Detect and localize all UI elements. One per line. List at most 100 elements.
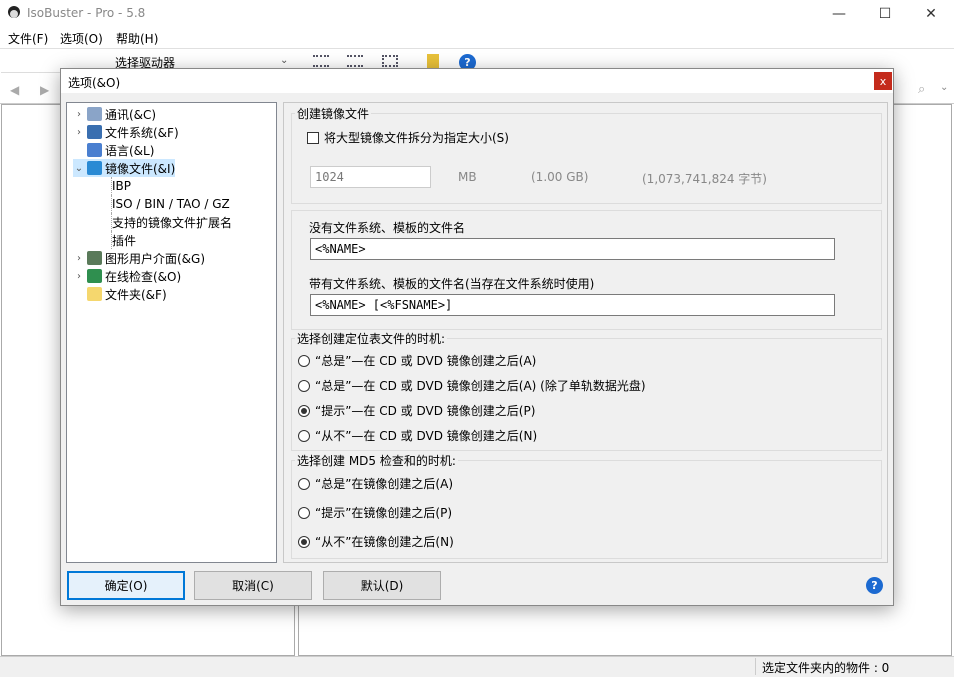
tree-item-label: 镜像文件(&I): [105, 161, 176, 176]
list-view-icon[interactable]: [313, 55, 329, 67]
tree-item[interactable]: › 在线检查(&O): [73, 267, 181, 285]
create-image-group-label: 创建镜像文件: [295, 105, 372, 122]
tree-item[interactable]: 语言(&L): [73, 141, 154, 159]
menu-file[interactable]: 文件(F): [8, 30, 48, 47]
search-icon[interactable]: ⌕: [918, 82, 925, 97]
locator-option[interactable]: “从不”—在 CD 或 DVD 镜像创建之后(N): [298, 427, 537, 444]
md5-group-label: 选择创建 MD5 检查和的时机:: [295, 452, 458, 469]
back-arrow-icon[interactable]: ◀: [10, 83, 19, 97]
dialog-titlebar: [61, 69, 893, 93]
radio-button[interactable]: [298, 477, 310, 490]
image-file-options-panel: 创建镜像文件 将大型镜像文件拆分为指定大小(S) 1024 MB (1.00 G…: [283, 102, 888, 563]
menu-help[interactable]: 帮助(H): [116, 30, 158, 47]
cancel-button[interactable]: 取消(C): [194, 571, 312, 600]
withfs-filename-label: 带有文件系统、模板的文件名(当存在文件系统时使用): [309, 277, 595, 291]
gui-icon: [87, 251, 102, 265]
isobuster-logo-icon: [6, 5, 22, 21]
size-bytes-label: (1,073,741,824 字节): [642, 172, 767, 186]
tree-item-label: 在线检查(&O): [105, 269, 182, 284]
md5-option[interactable]: “总是”在镜像创建之后(A): [298, 475, 453, 492]
tree-item[interactable]: › 图形用户介面(&G): [73, 249, 205, 267]
nofs-filename-input[interactable]: <%NAME>: [310, 238, 835, 260]
forward-arrow-icon[interactable]: ▶: [40, 83, 49, 97]
gear-icon: [87, 107, 102, 121]
tree-item-label: 语言(&L): [105, 143, 155, 158]
tree-item-label: IBP: [112, 179, 132, 193]
tree-item-label: 插件: [112, 233, 137, 248]
menu-bar: 文件(F) 选项(O) 帮助(H): [0, 28, 954, 48]
split-checkbox[interactable]: [307, 131, 319, 144]
tree-item-label: 支持的镜像文件扩展名: [112, 215, 233, 230]
chevron-down-icon[interactable]: ⌄: [73, 163, 85, 174]
radio-label: “总是”在镜像创建之后(A): [315, 477, 454, 491]
tree-item-label: ISO / BIN / TAO / GZ: [112, 197, 230, 211]
chevron-right-icon[interactable]: ›: [73, 109, 85, 120]
radio-label: “提示”—在 CD 或 DVD 镜像创建之后(P): [315, 404, 536, 418]
options-tree: › 通讯(&C) › 文件系统(&F) 语言(&L) ⌄ 镜像文件(&I) IBP ISO / …: [66, 102, 277, 563]
radio-label: “提示”在镜像创建之后(P): [315, 506, 453, 520]
options-dialog: 选项(&O) x › 通讯(&C) › 文件系统(&F) 语言(&L) ⌄ 镜像文件(&I)…: [60, 68, 894, 606]
disc-icon: [87, 161, 102, 175]
locator-option[interactable]: “总是”—在 CD 或 DVD 镜像创建之后(A): [298, 352, 536, 369]
locator-option[interactable]: “提示”—在 CD 或 DVD 镜像创建之后(P): [298, 402, 535, 419]
split-size-input[interactable]: 1024: [310, 166, 431, 188]
folder-icon: [87, 287, 102, 301]
default-button[interactable]: 默认(D): [323, 571, 441, 600]
withfs-filename-input[interactable]: <%NAME> [<%FSNAME>]: [310, 294, 835, 316]
locator-option[interactable]: “总是”—在 CD 或 DVD 镜像创建之后(A) (除了单轨数据光盘): [298, 377, 646, 394]
language-icon: [87, 143, 102, 157]
md5-option[interactable]: “从不”在镜像创建之后(N): [298, 533, 454, 550]
tree-item[interactable]: IBP: [111, 177, 131, 195]
radio-button[interactable]: [298, 379, 310, 392]
radio-button[interactable]: [298, 535, 310, 548]
size-unit-label: MB: [458, 170, 477, 184]
globe-icon: [87, 269, 102, 283]
maximize-button[interactable]: ☐: [862, 0, 908, 28]
details-view-icon[interactable]: [347, 55, 363, 67]
icons-view-icon[interactable]: [382, 55, 398, 67]
app-title: IsoBuster - Pro - 5.8: [27, 6, 146, 20]
radio-label: “总是”—在 CD 或 DVD 镜像创建之后(A): [315, 354, 537, 368]
radio-label: “从不”在镜像创建之后(N): [315, 535, 454, 549]
size-gb-label: (1.00 GB): [531, 170, 589, 184]
file-icon[interactable]: [427, 54, 439, 68]
close-button[interactable]: ✕: [908, 0, 954, 28]
tree-item[interactable]: › 文件系统(&F): [73, 123, 179, 141]
split-row: 将大型镜像文件拆分为指定大小(S): [307, 129, 509, 146]
radio-label: “总是”—在 CD 或 DVD 镜像创建之后(A) (除了单轨数据光盘): [315, 379, 646, 393]
status-text: 选定文件夹内的物件 : 0: [762, 661, 890, 675]
chevron-right-icon[interactable]: ›: [73, 271, 85, 282]
chevron-down-icon: ⌄: [280, 55, 289, 66]
tree-item-label: 图形用户介面(&G): [105, 251, 206, 266]
radio-button[interactable]: [298, 506, 310, 519]
radio-button[interactable]: [298, 429, 310, 442]
tree-item[interactable]: ⌄ 镜像文件(&I): [73, 159, 176, 177]
menu-options[interactable]: 选项(O): [60, 30, 103, 47]
ok-button[interactable]: 确定(O): [67, 571, 185, 600]
tree-item[interactable]: 插件: [111, 231, 136, 249]
tree-item-label: 文件系统(&F): [105, 125, 179, 140]
minimize-button[interactable]: —: [816, 0, 862, 28]
tree-item[interactable]: ISO / BIN / TAO / GZ: [111, 195, 230, 213]
locator-group-label: 选择创建定位表文件的时机:: [295, 330, 448, 347]
chevron-right-icon[interactable]: ›: [73, 127, 85, 138]
radio-button[interactable]: [298, 354, 310, 367]
dialog-close-button[interactable]: x: [874, 72, 892, 90]
dialog-help-icon[interactable]: ?: [866, 577, 883, 594]
dialog-title: 选项(&O): [68, 76, 121, 90]
tree-item-label: 文件夹(&F): [105, 287, 167, 302]
radio-label: “从不”—在 CD 或 DVD 镜像创建之后(N): [315, 429, 538, 443]
md5-option[interactable]: “提示”在镜像创建之后(P): [298, 504, 452, 521]
tree-item[interactable]: › 通讯(&C): [73, 105, 156, 123]
tree-item[interactable]: 文件夹(&F): [73, 285, 167, 303]
tree-item[interactable]: 支持的镜像文件扩展名: [111, 213, 232, 231]
create-image-group: [291, 113, 882, 204]
chevron-right-icon[interactable]: ›: [73, 253, 85, 264]
search-dropdown-icon[interactable]: ⌄: [940, 82, 950, 98]
nofs-filename-label: 没有文件系统、模板的文件名: [309, 221, 466, 235]
split-label: 将大型镜像文件拆分为指定大小(S): [324, 131, 509, 145]
radio-button[interactable]: [298, 404, 310, 417]
status-separator: [755, 658, 756, 675]
tree-item-label: 通讯(&C): [105, 107, 157, 122]
filesystem-icon: [87, 125, 102, 139]
